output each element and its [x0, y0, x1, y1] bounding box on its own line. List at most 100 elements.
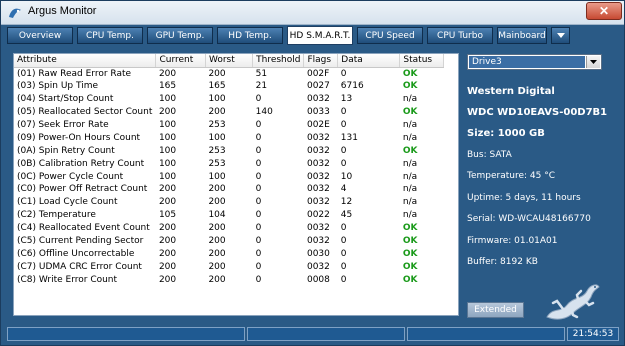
tab-label: Mainboard [498, 30, 546, 41]
cell-flags: 0032 [306, 145, 330, 156]
status-segment [247, 327, 405, 341]
column-header-threshold[interactable]: Threshold [252, 54, 305, 68]
cell-data: 10 [340, 171, 353, 182]
cell-data: 0 [340, 223, 347, 234]
column-header-worst[interactable]: Worst [205, 54, 254, 68]
drive-serial: Serial: WD-WCAU48166770 [467, 214, 591, 224]
cell-attribute: (C8) Write Error Count [17, 274, 118, 285]
cell-status: OK [402, 107, 418, 118]
column-header-attribute[interactable]: Attribute [14, 54, 157, 68]
cell-threshold: 0 [255, 223, 262, 234]
table-row[interactable]: (0C) Power Cycle Count 100 100 0 0032 10 n/a [14, 170, 444, 183]
column-header-data[interactable]: Data [337, 54, 401, 68]
cell-data: 0 [340, 68, 347, 79]
extended-button[interactable]: Extended [467, 302, 524, 318]
cell-worst: 200 [208, 197, 226, 208]
cell-threshold: 21 [255, 81, 268, 92]
cell-worst: 100 [208, 94, 226, 105]
tab-overflow-button[interactable] [551, 27, 570, 44]
drive-bus: Bus: SATA [467, 150, 512, 160]
cell-status: n/a [402, 197, 418, 208]
cell-flags: 0032 [306, 132, 330, 143]
close-button[interactable]: ✕ [586, 2, 622, 20]
cell-status: n/a [402, 120, 418, 130]
table-row[interactable]: (C7) UDMA CRC Error Count 200 200 0 0032 0 OK [14, 260, 444, 273]
tab-cpu-turbo[interactable]: CPU Turbo [427, 27, 493, 44]
cell-flags: 0030 [306, 248, 330, 259]
cell-status: n/a [402, 184, 418, 195]
cell-worst: 253 [208, 145, 226, 156]
cell-status: OK [402, 248, 418, 259]
drive-temperature: Temperature: 45 °C [467, 171, 556, 181]
dropdown-arrow[interactable] [586, 56, 600, 68]
column-header-current[interactable]: Current [155, 54, 206, 68]
tab-gpu-temp[interactable]: GPU Temp. [147, 27, 213, 44]
cell-flags: 0032 [306, 184, 330, 195]
tab-label: CPU Turbo [437, 30, 483, 41]
tab-overview[interactable]: Overview [7, 27, 73, 44]
title-bar[interactable]: Argus Monitor ✕ [1, 1, 624, 25]
table-row[interactable]: (05) Reallocated Sector Count 200 200 140 00… [14, 106, 444, 119]
table-row[interactable]: (C0) Power Off Retract Count 200 200 0 0032 4… [14, 183, 444, 196]
smart-table-panel[interactable]: Attribute Current Worst Threshold Flags … [13, 53, 459, 316]
cell-attribute: (C4) Reallocated Event Count [17, 223, 150, 234]
cell-worst: 200 [208, 184, 226, 195]
table-row[interactable]: (01) Raw Read Error Rate 200 200 51 002F 0 OK [14, 67, 444, 80]
column-header-status[interactable]: Status [399, 54, 444, 68]
cell-worst: 200 [208, 261, 226, 272]
close-icon: ✕ [598, 4, 610, 18]
drive-select[interactable]: Drive3 [467, 54, 602, 70]
cell-attribute: (04) Start/Stop Count [17, 94, 114, 105]
cell-worst: 200 [208, 248, 226, 259]
cell-attribute: (0A) Spin Retry Count [17, 145, 115, 156]
tab-mainboard[interactable]: Mainboard [497, 27, 547, 44]
table-row[interactable]: (C1) Load Cycle Count 200 200 0 0032 12 n/a [14, 196, 444, 209]
table-row[interactable]: (0A) Spin Retry Count 100 253 0 0032 0 OK [14, 144, 444, 157]
cell-attribute: (01) Raw Read Error Rate [17, 68, 132, 79]
table-row[interactable]: (0B) Calibration Retry Count 100 253 0 0032 0… [14, 157, 444, 170]
cell-threshold: 0 [255, 184, 262, 195]
table-row[interactable]: (09) Power-On Hours Count 100 100 0 0032 131 n… [14, 131, 444, 144]
table-row[interactable]: (03) Spin Up Time 165 165 21 0027 6716 OK [14, 80, 444, 93]
table-row[interactable]: (C4) Reallocated Event Count 200 200 0 0032 0… [14, 222, 444, 235]
chevron-down-icon [590, 59, 597, 64]
cell-threshold: 0 [255, 94, 262, 105]
cell-flags: 0032 [306, 197, 330, 208]
cell-threshold: 0 [255, 261, 262, 272]
table-row[interactable]: (04) Start/Stop Count 100 100 0 0032 13 n/a [14, 93, 444, 106]
tab-label: CPU Temp. [85, 30, 134, 41]
cell-threshold: 140 [255, 107, 273, 118]
cell-worst: 200 [208, 68, 226, 79]
cell-threshold: 0 [255, 120, 262, 130]
drive-firmware: Firmware: 01.01A01 [467, 236, 558, 246]
cell-flags: 0008 [306, 274, 330, 285]
cell-attribute: (09) Power-On Hours Count [17, 132, 141, 143]
cell-worst: 104 [208, 210, 226, 221]
cell-data: 0 [340, 120, 347, 130]
cell-data: 4 [340, 184, 347, 195]
tab-hd-temp[interactable]: HD Temp. [217, 27, 283, 44]
tab-hd-smart[interactable]: HD S.M.A.R.T. [287, 26, 353, 45]
cell-data: 12 [340, 197, 353, 208]
cell-status: OK [402, 68, 418, 79]
tab-label: HD Temp. [228, 30, 272, 41]
table-row[interactable]: (07) Seek Error Rate 100 253 0 002E 0 n/a [14, 119, 444, 132]
cell-threshold: 0 [255, 248, 262, 259]
tab-cpu-speed[interactable]: CPU Speed [357, 27, 423, 44]
cell-current: 200 [158, 274, 177, 285]
cell-threshold: 0 [255, 158, 262, 169]
cell-flags: 0032 [306, 261, 330, 272]
cell-status: n/a [402, 132, 418, 143]
cell-data: 13 [340, 94, 353, 105]
table-row[interactable]: (C6) Offline Uncorrectable 200 200 0 0030 0 OK [14, 247, 444, 260]
table-row[interactable]: (C2) Temperature 105 104 0 0022 45 n/a [14, 209, 444, 222]
column-header-flags[interactable]: Flags [303, 54, 339, 68]
cell-data: 45 [340, 210, 353, 221]
table-row[interactable]: (C5) Current Pending Sector 200 200 0 0032 0 O… [14, 235, 444, 248]
cell-current: 200 [158, 197, 177, 208]
cell-data: 0 [340, 248, 347, 259]
cell-current: 200 [158, 107, 177, 118]
table-row[interactable]: (C8) Write Error Count 200 200 0 0008 0 OK [14, 273, 444, 286]
tab-cpu-temp[interactable]: CPU Temp. [77, 27, 143, 44]
cell-data: 0 [340, 236, 347, 247]
